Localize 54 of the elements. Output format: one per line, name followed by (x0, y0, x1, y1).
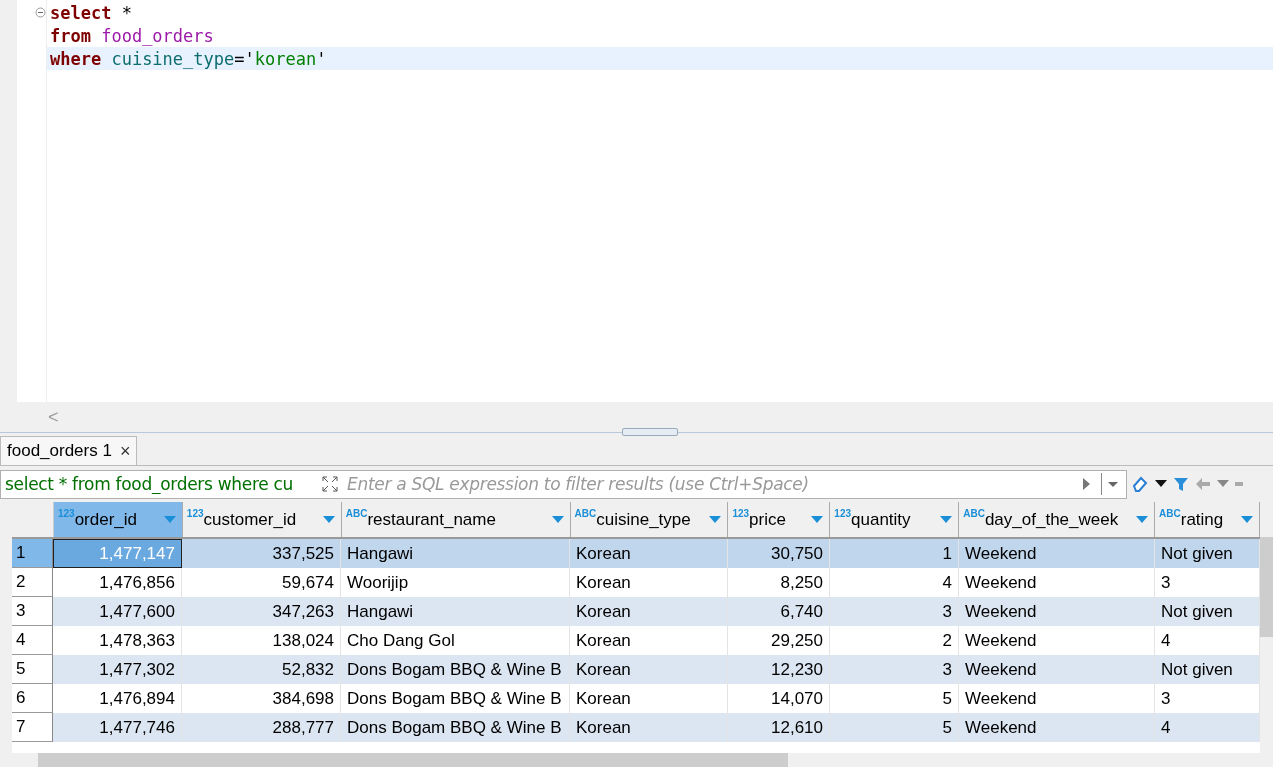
row-number: 1 (12, 539, 53, 568)
filter-icon[interactable] (1173, 476, 1189, 492)
code-line: select * (49, 1, 133, 24)
table-cell: Dons Bogam BBQ & Wine B (341, 713, 570, 742)
row-number: 5 (12, 655, 53, 684)
code-line: from food_orders (49, 24, 215, 47)
table-cell: 12,610 (728, 713, 830, 742)
results-tab[interactable]: food_orders 1 × (0, 436, 138, 465)
sort-caret-icon[interactable] (940, 516, 953, 523)
type-label: ABC (963, 508, 985, 519)
type-label: ABC (574, 508, 597, 519)
sort-caret-icon[interactable] (709, 516, 722, 523)
sash-handle[interactable] (622, 428, 678, 436)
sort-caret-icon[interactable] (322, 516, 335, 523)
scrollbar-thumb[interactable] (38, 753, 788, 767)
table-cell: 5 (830, 713, 959, 742)
run-filter-icon[interactable] (1081, 477, 1091, 491)
type-label: 123 (834, 508, 852, 519)
table-cell: 1,477,147 (53, 539, 182, 568)
table-row[interactable]: 4 1,478,363 138,024 Cho Dang Gol Korean 29,250 2 Weekend 4 (12, 626, 1260, 655)
type-label: 123 (57, 508, 75, 519)
eraser-icon[interactable] (1131, 475, 1149, 493)
table-cell: 288,777 (182, 713, 341, 742)
selected-row[interactable]: 1 1,477,147 337,525 Hangawi Korean 30,750 1 Weekend Not given (12, 539, 1260, 568)
scrollbar-thumb[interactable] (1260, 537, 1273, 637)
row-number: 4 (12, 626, 53, 655)
sort-caret-icon[interactable] (163, 516, 176, 523)
row-number: 2 (12, 568, 53, 597)
table-cell: Weekend (959, 713, 1155, 742)
close-tab-button[interactable]: × (119, 440, 131, 462)
table-row[interactable]: 5 1,477,302 52,832 Dons Bogam BBQ & Wine B Korean 12,230 3 Weekend Not given (12, 655, 1260, 684)
sort-caret-icon[interactable] (551, 516, 564, 523)
table-row[interactable]: 7 1,477,746 288,777 Dons Bogam BBQ & Wine B Korean 12,610 5 Weekend 4 (12, 713, 1260, 742)
filter-input[interactable]: Enter a SQL expression to filter results (use Ctrl+Space) (345, 473, 1081, 495)
sort-caret-icon[interactable] (811, 516, 824, 523)
type-label: ABC (345, 508, 368, 519)
sort-caret-icon[interactable] (1241, 516, 1253, 523)
caret-icon[interactable] (1155, 480, 1167, 488)
row-number: 6 (12, 684, 53, 713)
table-cell: 1,477,746 (53, 713, 182, 742)
table-cell: Korean (570, 713, 728, 742)
type-label: 123 (732, 508, 750, 519)
table-row[interactable]: 3 1,477,600 347,263 Hangawi Korean 6,740 3 Weekend Not given (12, 597, 1260, 626)
back-arrow-icon[interactable] (1195, 477, 1211, 491)
row-number: 3 (12, 597, 53, 626)
sort-caret-icon[interactable] (1136, 516, 1149, 523)
type-label: ABC (1159, 508, 1181, 519)
row-number: 7 (12, 713, 53, 742)
type-label: 123 (186, 508, 204, 519)
table-row[interactable]: 6 1,476,894 384,698 Dons Bogam BBQ & Wine B Korean 14,070 5 Weekend 3 (12, 684, 1260, 713)
table-row[interactable]: 2 1,476,856 59,674 Woorijip Korean 8,250 4 Weekend 3 (12, 568, 1260, 597)
filter-field[interactable]: select * from food_orders where cu Enter a SQL expression to filter results (use Ctrl+Space) (0, 469, 1127, 499)
fold-icon[interactable] (35, 7, 46, 18)
expand-icon[interactable] (321, 475, 339, 493)
